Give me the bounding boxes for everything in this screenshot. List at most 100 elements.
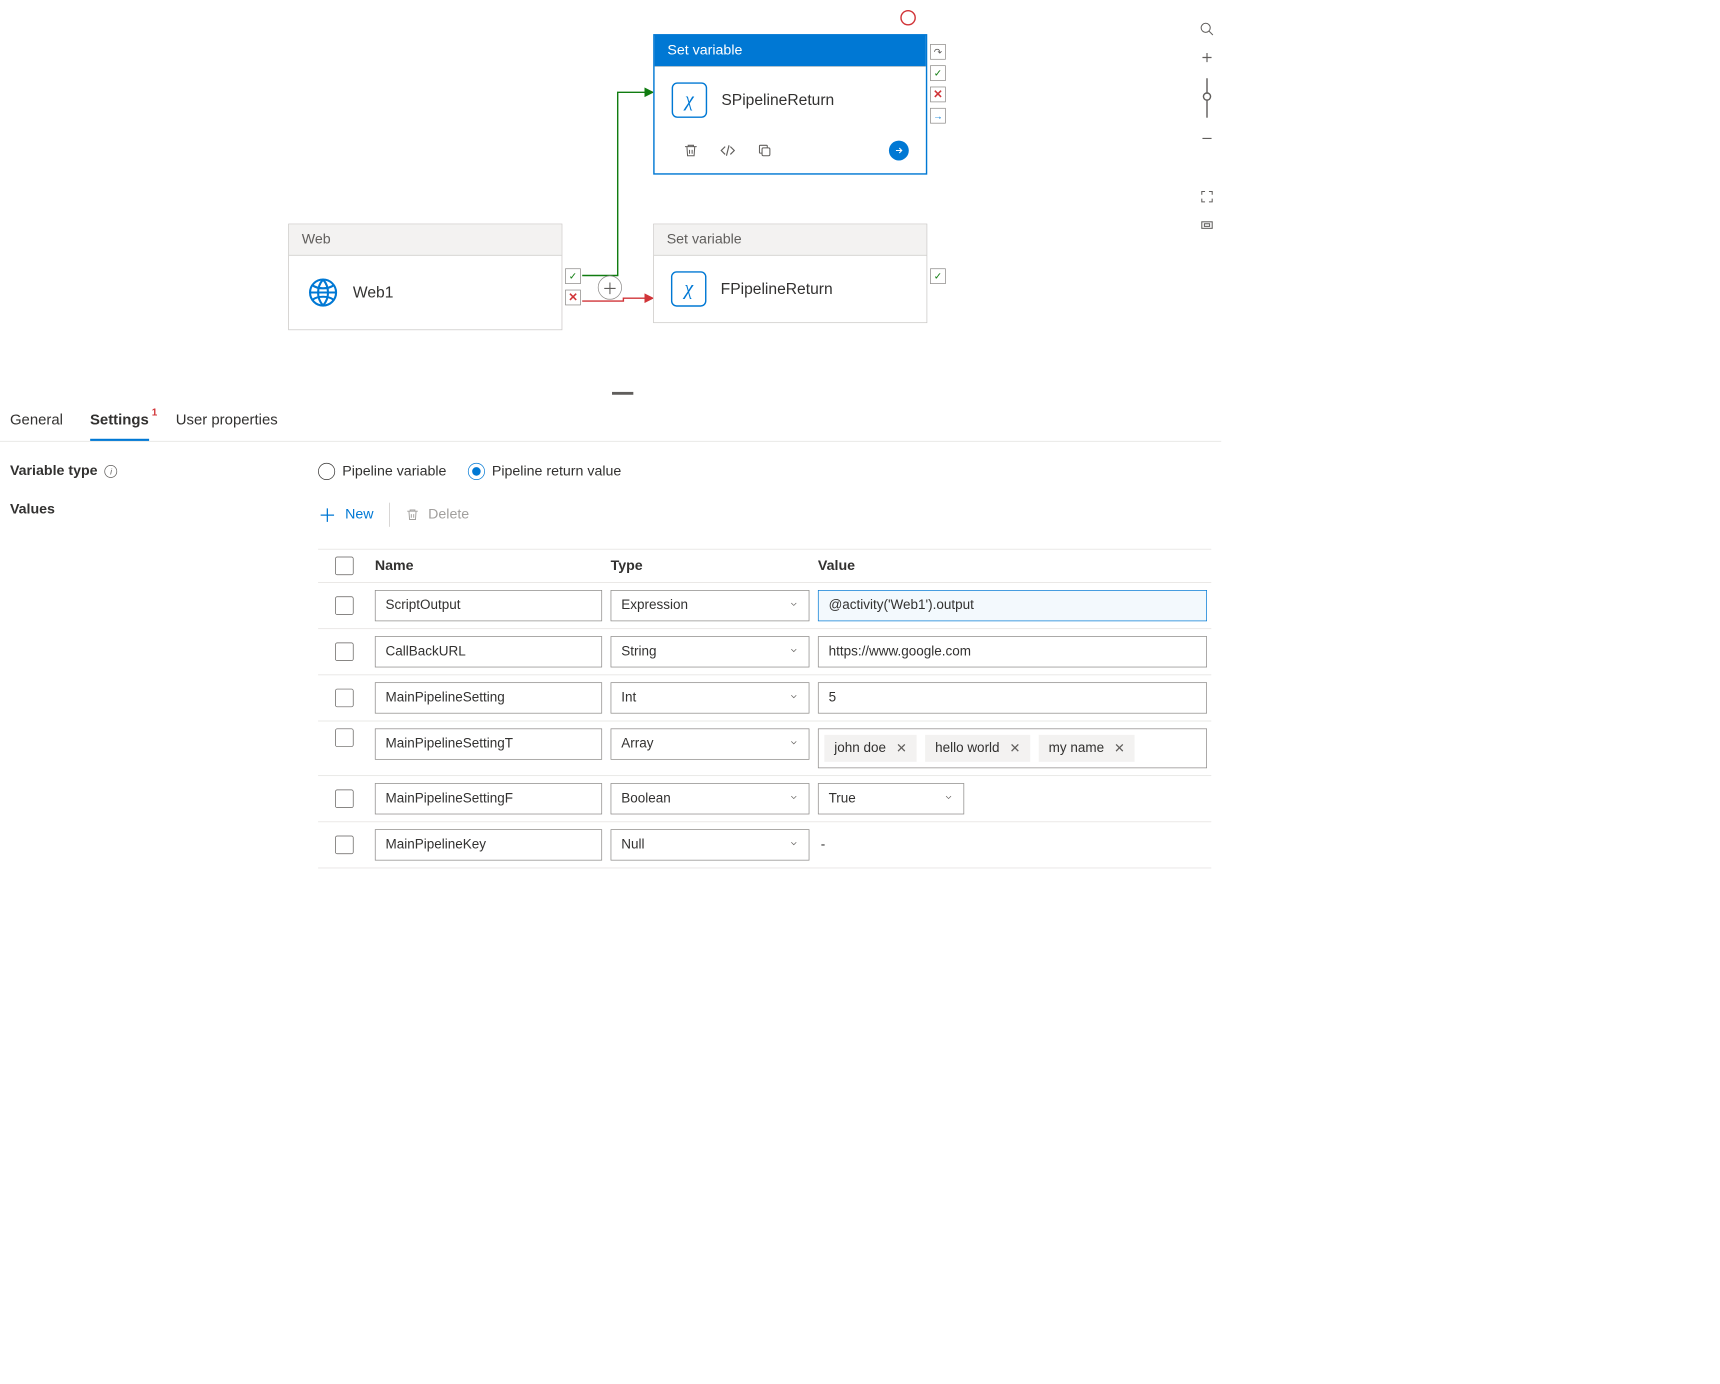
type-select[interactable]: Null — [611, 829, 810, 860]
activity-name: SPipelineReturn — [721, 91, 834, 109]
type-value: Null — [621, 837, 644, 853]
activity-header: Set variable — [655, 36, 926, 67]
table-row: MainPipelineSettingF Boolean True — [318, 776, 1211, 822]
tags-input[interactable]: john doe ✕ hello world✕ my name ✕ — [818, 728, 1207, 768]
panel-resize-handle[interactable] — [612, 392, 633, 395]
row-checkbox[interactable] — [335, 790, 353, 808]
col-name-header: Name — [375, 558, 602, 574]
activity-header: Set variable — [654, 224, 927, 255]
tab-settings-label: Settings — [90, 412, 149, 428]
row-checkbox[interactable] — [335, 689, 353, 707]
tag-label: john doe — [834, 741, 886, 757]
success-pip[interactable]: ✓ — [930, 65, 946, 81]
tab-user-properties[interactable]: User properties — [176, 412, 278, 441]
name-input[interactable]: CallBackURL — [375, 636, 602, 667]
zoom-handle[interactable] — [1203, 92, 1212, 101]
variable-type-text: Variable type — [10, 463, 98, 479]
activity-name: FPipelineReturn — [721, 280, 833, 298]
activity-set-variable-2[interactable]: Set variable χ FPipelineReturn — [653, 224, 927, 323]
search-icon[interactable] — [1199, 21, 1215, 37]
web-status-pips: ✓ ✕ — [565, 268, 581, 305]
globe-icon — [307, 277, 338, 308]
value-select[interactable]: True — [818, 783, 964, 814]
type-select[interactable]: String — [611, 636, 810, 667]
row-checkbox[interactable] — [335, 596, 353, 614]
table-row: MainPipelineSetting Int 5 — [318, 675, 1211, 721]
type-value: Boolean — [621, 791, 671, 807]
radio-label: Pipeline variable — [342, 463, 446, 479]
value-null: - — [818, 837, 1207, 853]
row-checkbox[interactable] — [335, 643, 353, 661]
radio-circle — [318, 463, 335, 480]
sv1-status-pips: ↷ ✓ ✕ → — [930, 44, 946, 124]
trash-icon — [405, 507, 419, 521]
values-label: Values — [10, 501, 318, 517]
name-input[interactable]: MainPipelineSettingT — [375, 728, 602, 759]
success-pip[interactable]: ✓ — [565, 268, 581, 284]
zoom-out-icon[interactable] — [1199, 131, 1215, 147]
tab-general[interactable]: General — [10, 412, 63, 441]
fullscreen-icon[interactable] — [1199, 189, 1215, 205]
variable-icon: χ — [672, 82, 708, 117]
tag-remove-icon[interactable]: ✕ — [1114, 741, 1125, 756]
type-value: Int — [621, 690, 636, 706]
add-junction[interactable]: ＋ — [598, 275, 622, 299]
chevron-down-icon — [789, 736, 799, 752]
new-button[interactable]: ＋ New — [318, 501, 373, 527]
success-pip[interactable]: ✓ — [930, 268, 946, 284]
row-checkbox[interactable] — [335, 728, 353, 746]
row-checkbox[interactable] — [335, 836, 353, 854]
pipeline-canvas[interactable]: Web Web1 ✓ ✕ ＋ Set variable χ SPipelineR… — [0, 0, 1221, 398]
variable-type-label: Variable type i — [10, 463, 318, 479]
table-row: CallBackURL String https://www.google.co… — [318, 629, 1211, 675]
settings-badge: 1 — [152, 406, 158, 417]
activity-web[interactable]: Web Web1 — [288, 224, 562, 331]
tag-remove-icon[interactable]: ✕ — [1009, 741, 1020, 756]
type-select[interactable]: Boolean — [611, 783, 810, 814]
tab-settings[interactable]: Settings 1 — [90, 412, 149, 441]
tag-remove-icon[interactable]: ✕ — [896, 741, 907, 756]
activity-set-variable-1[interactable]: Set variable χ SPipelineReturn — [653, 34, 927, 175]
fit-icon[interactable] — [1199, 217, 1215, 233]
zoom-slider[interactable] — [1206, 78, 1207, 118]
value-input[interactable]: https://www.google.com — [818, 636, 1207, 667]
type-select[interactable]: Array — [611, 728, 810, 759]
failure-pip[interactable]: ✕ — [565, 290, 581, 306]
type-select[interactable]: Expression — [611, 590, 810, 621]
tag: hello world✕ — [925, 735, 1030, 762]
value-text: True — [829, 791, 856, 807]
name-input[interactable]: MainPipelineKey — [375, 829, 602, 860]
sv2-status-pips: ✓ — [930, 268, 946, 284]
name-input[interactable]: ScriptOutput — [375, 590, 602, 621]
delete-button[interactable]: Delete — [405, 506, 469, 522]
skip-pip[interactable]: → — [930, 108, 946, 124]
type-value: Array — [621, 736, 653, 752]
radio-pipeline-variable[interactable]: Pipeline variable — [318, 463, 446, 480]
validation-error-indicator — [900, 10, 916, 26]
type-select[interactable]: Int — [611, 682, 810, 713]
delete-icon[interactable] — [683, 143, 699, 159]
radio-pipeline-return-value[interactable]: Pipeline return value — [468, 463, 622, 480]
col-value-header: Value — [818, 558, 1207, 574]
code-icon[interactable] — [720, 143, 736, 159]
value-input[interactable]: 5 — [818, 682, 1207, 713]
radio-label: Pipeline return value — [492, 463, 621, 479]
toolbar-separator — [389, 502, 390, 526]
select-all-checkbox[interactable] — [335, 557, 353, 575]
info-icon[interactable]: i — [105, 465, 118, 478]
name-input[interactable]: MainPipelineSetting — [375, 682, 602, 713]
failure-pip[interactable]: ✕ — [930, 87, 946, 103]
activity-header: Web — [289, 224, 562, 255]
zoom-in-icon[interactable] — [1199, 50, 1215, 66]
connectors — [0, 0, 1221, 398]
plus-icon: ＋ — [318, 501, 336, 527]
completion-pip[interactable]: ↷ — [930, 44, 946, 60]
tag: john doe ✕ — [824, 735, 916, 762]
chevron-down-icon — [789, 644, 799, 660]
name-input[interactable]: MainPipelineSettingF — [375, 783, 602, 814]
tag-label: my name — [1049, 741, 1104, 757]
copy-icon[interactable] — [757, 143, 773, 159]
value-input[interactable]: @activity('Web1').output — [818, 590, 1207, 621]
variable-icon: χ — [671, 271, 707, 307]
expand-arrow-icon[interactable] — [889, 141, 909, 161]
